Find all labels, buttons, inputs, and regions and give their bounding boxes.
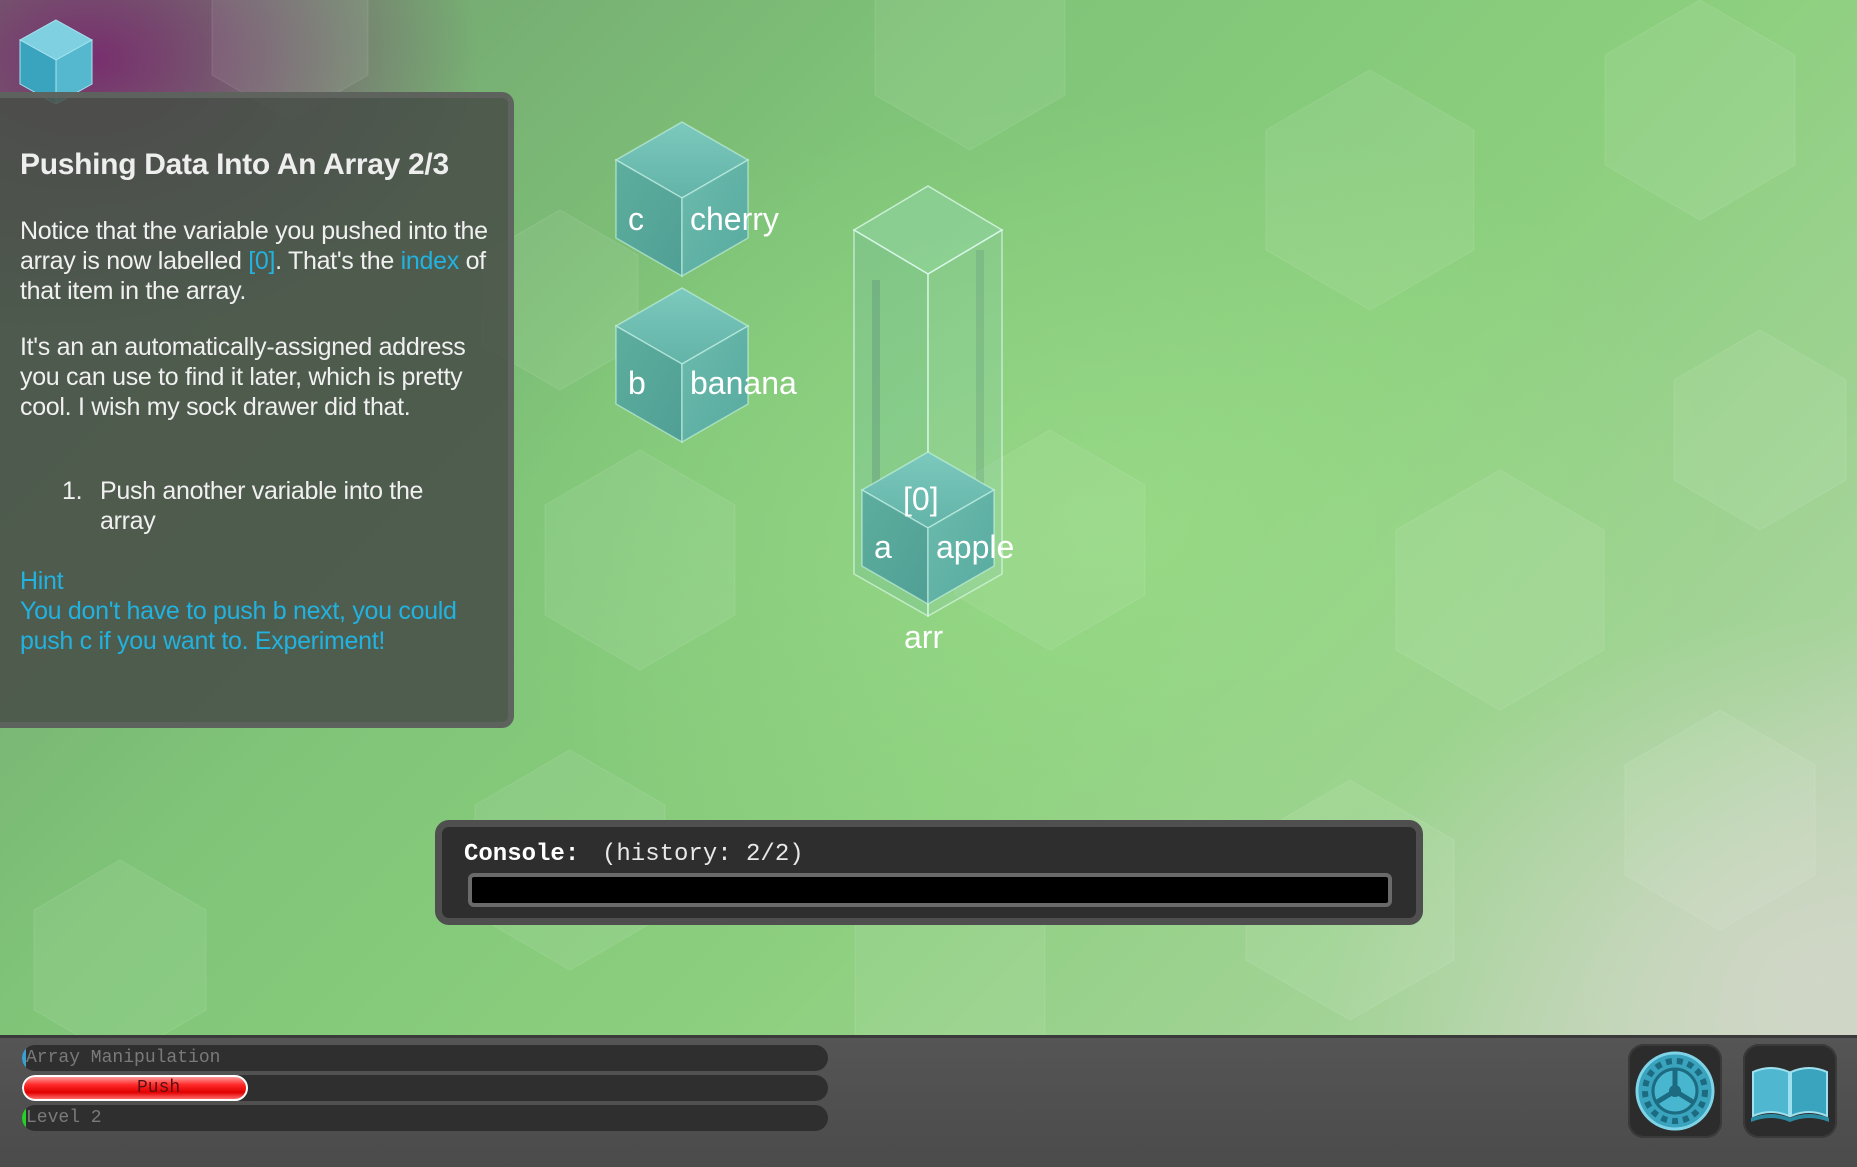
- variable-cube-c[interactable]: c cherry: [614, 121, 779, 278]
- progress-bar-level: Level 2: [22, 1105, 828, 1131]
- array-item-value: apple: [936, 529, 1014, 565]
- array-name-label: arr: [904, 619, 943, 655]
- progress-label-course: Array Manipulation: [26, 1048, 221, 1068]
- gear-icon: [1635, 1051, 1715, 1131]
- variable-c-name: c: [628, 201, 644, 237]
- lesson-title: Pushing Data Into An Array 2/3: [20, 148, 449, 181]
- console-input[interactable]: [468, 873, 1392, 907]
- codex-button[interactable]: [1743, 1044, 1837, 1138]
- lesson-panel: Pushing Data Into An Array 2/3 Notice th…: [0, 92, 514, 728]
- array-item-index: [0]: [903, 481, 939, 517]
- lesson-p1-text-b: . That's the: [275, 247, 401, 275]
- variable-b-value: banana: [690, 365, 797, 401]
- variable-b-name: b: [628, 365, 646, 401]
- console-label: Console:: [464, 841, 580, 868]
- step-text: Push another variable into the array: [100, 477, 424, 535]
- lesson-paragraph-1: Notice that the variable you pushed into…: [20, 216, 490, 306]
- lesson-paragraph-2: It's an an automatically-assigned addres…: [20, 333, 466, 421]
- progress-label-lesson: Push: [137, 1078, 181, 1098]
- index-link-0[interactable]: [0]: [248, 247, 275, 275]
- progress-fill-lesson: [22, 1075, 248, 1101]
- progress-bar-lesson: Push: [22, 1075, 828, 1101]
- console-history: (history: 2/2): [602, 841, 804, 868]
- step-number: 1.: [62, 477, 83, 505]
- game-scene: c cherry b banana [0] a apple arr Pushin…: [0, 0, 1857, 1035]
- hint-text: You don't have to push b next, you could…: [20, 597, 457, 655]
- array-item-name: a: [874, 529, 892, 565]
- book-icon: [1751, 1067, 1829, 1122]
- hint-title: Hint: [20, 567, 64, 595]
- index-link[interactable]: index: [401, 247, 460, 275]
- variable-cube-b[interactable]: b banana: [614, 287, 797, 444]
- variable-c-value: cherry: [690, 201, 779, 237]
- progress-bar-course: Array Manipulation: [22, 1045, 828, 1071]
- progress-label-level: Level 2: [26, 1108, 102, 1128]
- console-panel: Console: (history: 2/2): [435, 820, 1423, 925]
- settings-button[interactable]: [1628, 1044, 1722, 1138]
